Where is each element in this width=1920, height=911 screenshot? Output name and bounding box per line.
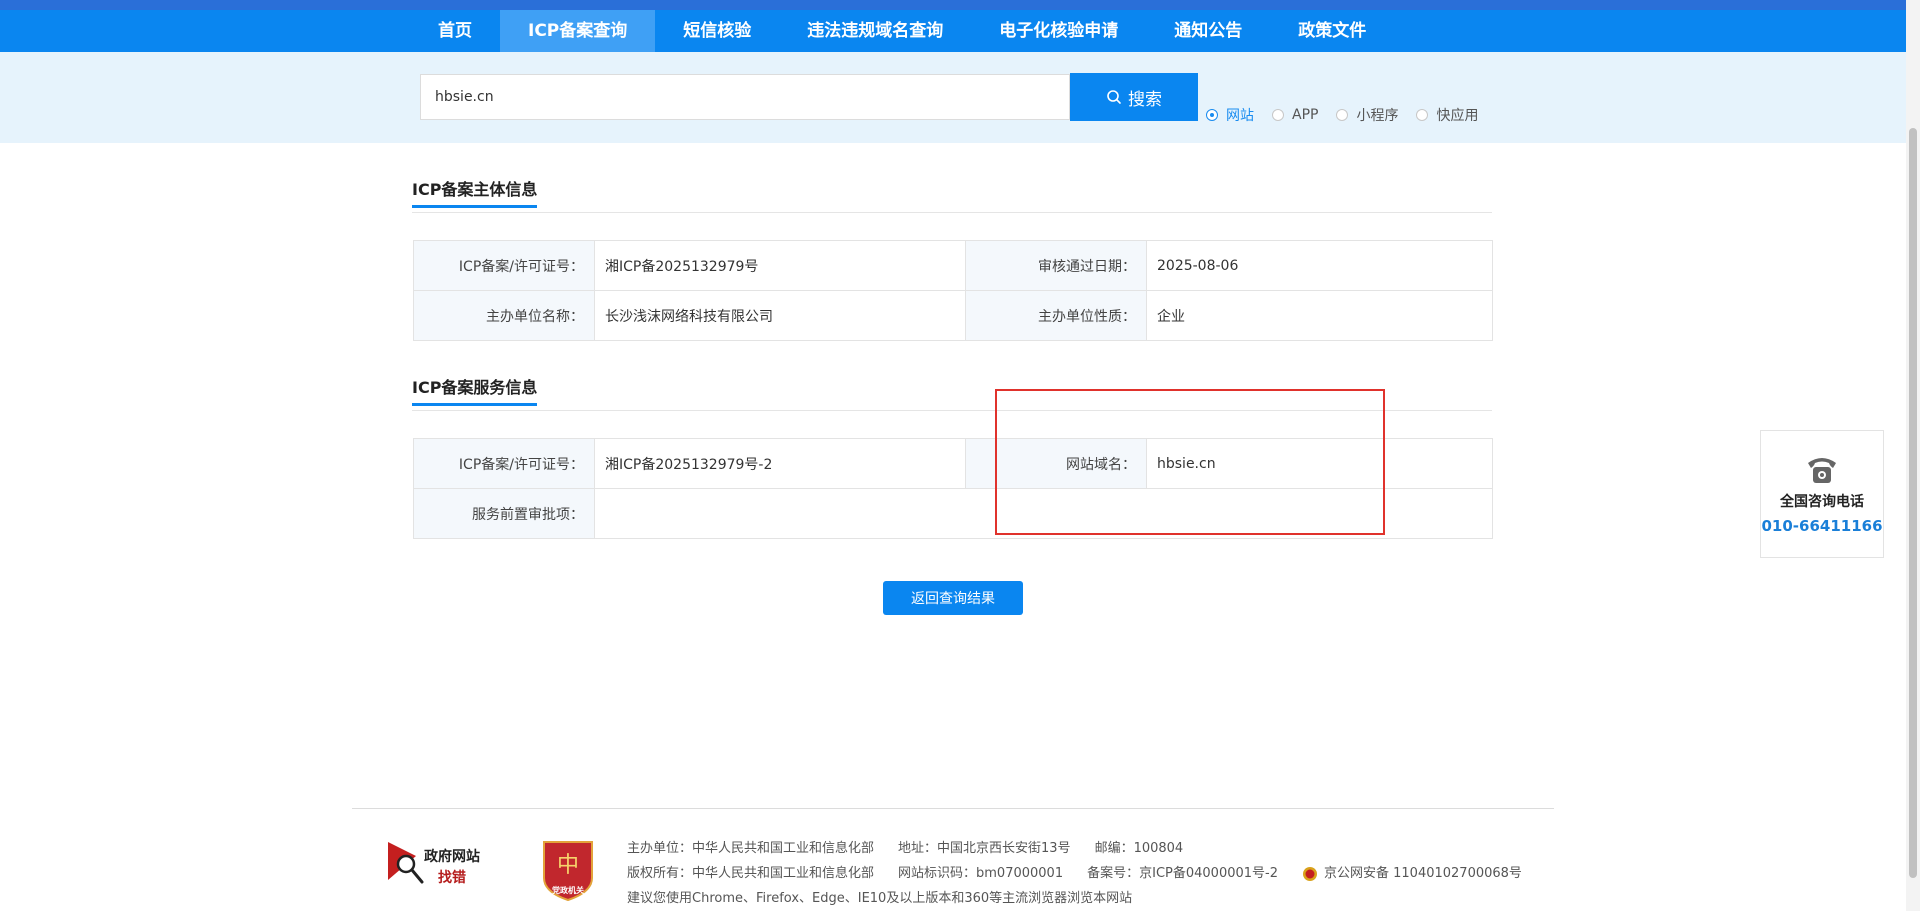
table-key: 主办单位性质： — [965, 290, 1147, 341]
table-value: 湘ICP备2025132979号-2 — [594, 438, 966, 489]
police-record-text: 京公网安备 11040102700068号 — [1324, 866, 1522, 881]
footer-police-record[interactable]: 京公网安备 11040102700068号 — [1302, 861, 1546, 886]
table-key: 审核通过日期： — [965, 240, 1147, 291]
footer-site-id: 网站标识码：bm07000001 — [898, 866, 1064, 881]
service-info-title: ICP备案服务信息 — [412, 374, 538, 406]
subject-info-title: ICP备案主体信息 — [412, 176, 538, 208]
radio-label: 小程序 — [1356, 108, 1399, 124]
back-to-results-button[interactable]: 返回查询结果 — [883, 581, 1023, 615]
hotline-number: 010-66411166 — [1761, 517, 1883, 535]
nav-e-verify[interactable]: 电子化核验申请 — [971, 10, 1146, 52]
table-value: 2025-08-06 — [1146, 240, 1493, 291]
nav-items: 首页 ICP备案查询 短信核验 违法违规域名查询 电子化核验申请 通知公告 政策… — [410, 10, 1394, 52]
radio-dot — [1336, 109, 1349, 121]
svg-text:中: 中 — [557, 853, 579, 878]
footer-address: 地址：中国北京西长安街13号 — [898, 841, 1071, 856]
party-logo-label: 党政机关 — [552, 886, 584, 895]
police-badge-icon — [1303, 866, 1317, 881]
footer-icp-record[interactable]: 备案号：京ICP备04000001号-2 — [1087, 861, 1278, 886]
main-nav: 首页 ICP备案查询 短信核验 违法违规域名查询 电子化核验申请 通知公告 政策… — [0, 10, 1920, 52]
nav-icp-query[interactable]: ICP备案查询 — [500, 10, 656, 52]
radio-mini-program[interactable]: 小程序 — [1336, 105, 1398, 125]
radio-dot — [1272, 109, 1284, 121]
hotline-title: 全国咨询电话 — [1780, 494, 1864, 510]
radio-website[interactable]: 网站 — [1206, 105, 1254, 125]
table-key: ICP备案/许可证号： — [413, 240, 595, 291]
nav-policy[interactable]: 政策文件 — [1270, 10, 1394, 52]
radio-dot — [1416, 109, 1429, 121]
nav-illegal-domain[interactable]: 违法违规域名查询 — [779, 10, 971, 52]
footer-divider — [352, 808, 1554, 809]
nav-home[interactable]: 首页 — [410, 10, 500, 52]
radio-label: 网站 — [1226, 108, 1254, 124]
table-value: 湘ICP备2025132979号 — [594, 240, 966, 291]
footer-postcode: 邮编：100804 — [1094, 841, 1184, 856]
footer-row: 建议您使用Chrome、Firefox、Edge、IE10及以上版本和360等主… — [627, 886, 1570, 911]
search-button[interactable]: 搜索 — [1070, 73, 1198, 121]
table-value: 长沙浅沫网络科技有限公司 — [594, 290, 966, 341]
table-row: ICP备案/许可证号： 湘ICP备2025132979号 审核通过日期： 202… — [413, 240, 1493, 291]
nav-sms-verify[interactable]: 短信核验 — [655, 10, 779, 52]
footer-row: 主办单位：中华人民共和国工业和信息化部 地址：中国北京西长安街13号 邮编：10… — [627, 836, 1570, 861]
gov-logo-line2: 找错 — [438, 870, 466, 886]
table-row: 主办单位名称： 长沙浅沫网络科技有限公司 主办单位性质： 企业 — [413, 290, 1493, 341]
radio-app[interactable]: APP — [1272, 107, 1318, 123]
table-value — [594, 488, 1493, 539]
scrollbar-thumb[interactable] — [1909, 128, 1917, 878]
subject-info-table: ICP备案/许可证号： 湘ICP备2025132979号 审核通过日期： 202… — [413, 240, 1493, 341]
search-input[interactable] — [420, 74, 1070, 120]
radio-label: APP — [1292, 107, 1319, 123]
service-info-table: ICP备案/许可证号： 湘ICP备2025132979号-2 网站域名： hbs… — [413, 438, 1493, 539]
table-value: 企业 — [1146, 290, 1493, 341]
footer-row: 版权所有：中华人民共和国工业和信息化部 网站标识码：bm07000001 备案号… — [627, 861, 1570, 886]
search-area: 搜索 网站 APP 小程序 快应用 — [0, 52, 1920, 143]
table-row: 服务前置审批项： — [413, 488, 1493, 539]
section-divider — [412, 410, 1492, 411]
radio-dot — [1206, 109, 1218, 121]
phone-icon — [1761, 449, 1883, 489]
table-key: 主办单位名称： — [413, 290, 595, 341]
footer-browser-tip: 建议您使用Chrome、Firefox、Edge、IE10及以上版本和360等主… — [627, 891, 1133, 906]
footer-copyright: 版权所有：中华人民共和国工业和信息化部 — [627, 866, 875, 881]
search-icon — [1107, 90, 1121, 104]
search-type-group: 网站 APP 小程序 快应用 — [1206, 105, 1478, 125]
top-band — [0, 0, 1920, 10]
gov-logo-icon — [388, 842, 424, 884]
table-value: hbsie.cn — [1146, 438, 1493, 489]
nav-notices[interactable]: 通知公告 — [1146, 10, 1270, 52]
gov-site-error-report-logo[interactable]: 政府网站 找错 — [386, 838, 496, 888]
radio-quick-app[interactable]: 快应用 — [1416, 105, 1478, 125]
table-key: 网站域名： — [965, 438, 1147, 489]
section-divider — [412, 212, 1492, 213]
table-key: 服务前置审批项： — [413, 488, 595, 539]
table-row: ICP备案/许可证号： 湘ICP备2025132979号-2 网站域名： hbs… — [413, 438, 1493, 489]
search-button-label: 搜索 — [1128, 89, 1162, 110]
footer-sponsor: 主办单位：中华人民共和国工业和信息化部 — [627, 841, 875, 856]
footer-info: 主办单位：中华人民共和国工业和信息化部 地址：中国北京西长安街13号 邮编：10… — [627, 836, 1570, 911]
radio-label: 快应用 — [1436, 108, 1479, 124]
hotline-widget[interactable]: 全国咨询电话 010-66411166 — [1760, 430, 1884, 558]
table-key: ICP备案/许可证号： — [413, 438, 595, 489]
gov-logo-line1: 政府网站 — [424, 849, 480, 865]
party-gov-logo[interactable]: 中 党政机关 — [540, 838, 596, 902]
